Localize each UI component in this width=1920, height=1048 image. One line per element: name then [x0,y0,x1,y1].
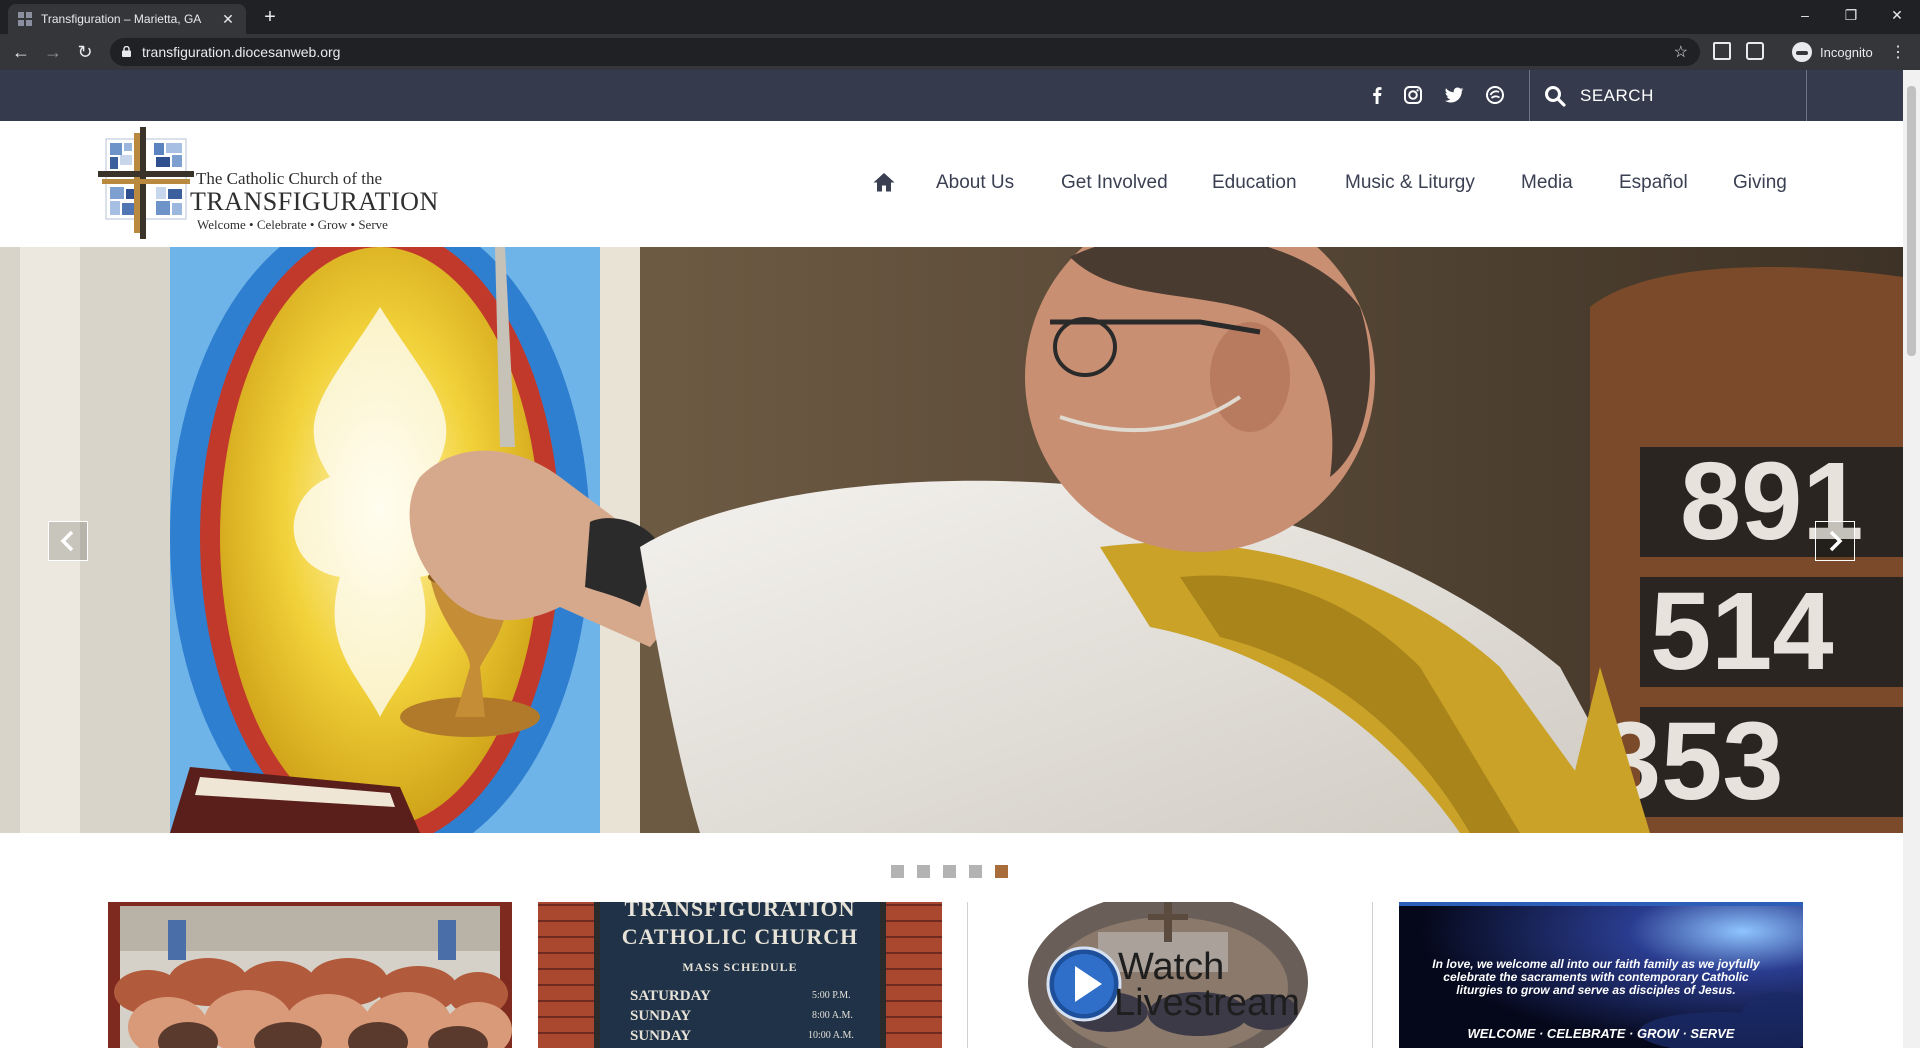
nav-education[interactable]: Education [1212,172,1297,194]
search-icon [1545,85,1566,107]
livestream-label: Livestream [1114,982,1300,1024]
forward-button[interactable]: → [41,40,65,64]
close-window-button[interactable]: ✕ [1874,0,1920,30]
logo-line-2: TRANSFIGURATION [190,187,439,216]
minimize-button[interactable]: – [1782,0,1828,30]
site-favicon-icon [18,12,32,26]
tab-title: Transfiguration – Marietta, GA [41,12,202,26]
bookmark-star-icon[interactable]: ☆ [1674,42,1688,62]
sign-time-1: 5:00 P.M. [812,990,851,1001]
mission-footer: WELCOME · CELEBRATE · GROW · SERVE [1467,1026,1735,1041]
card-livestream[interactable]: Watch Livestream [968,902,1372,1048]
sign-day-3: SUNDAY [630,1028,692,1044]
nav-media[interactable]: Media [1521,172,1573,194]
incognito-profile-button[interactable]: Incognito [1786,39,1883,65]
sign-day-2: SUNDAY [630,1008,692,1024]
flocknote-icon[interactable] [1484,84,1506,106]
chevron-left-icon [60,530,74,552]
nav-espanol[interactable]: Español [1619,172,1688,194]
slider-next-button[interactable] [1815,521,1855,561]
sign-line-1: TRANSFIGURATION [624,902,856,921]
incognito-label: Incognito [1820,44,1873,60]
logo-line-1: The Catholic Church of the [196,169,383,188]
search-box[interactable]: SEARCH [1530,70,1807,121]
sign-time-2: 8:00 A.M. [812,1010,853,1021]
instagram-icon[interactable] [1402,84,1424,106]
card-mission[interactable]: In love, we welcome all into our faith f… [1399,902,1803,1048]
slider-dot[interactable] [969,865,982,878]
browser-toolbar: ← → ↻ transfiguration.diocesanweb.org ☆ … [0,34,1920,70]
browser-tab[interactable]: Transfiguration – Marietta, GA ✕ [8,4,246,34]
card-congregation[interactable] [108,902,512,1048]
page-viewport: SEARCH The Catholic Church of the TRANSF… [0,70,1920,1048]
slider-dot[interactable] [891,865,904,878]
sign-day-1: SATURDAY [630,988,711,1004]
tab-close-icon[interactable]: ✕ [220,11,236,28]
address-bar[interactable]: transfiguration.diocesanweb.org ☆ [110,38,1700,66]
browser-menu-icon[interactable]: ⋮ [1890,42,1906,62]
slider-prev-button[interactable] [48,521,88,561]
nav-giving[interactable]: Giving [1733,172,1787,194]
utility-bar: SEARCH [0,70,1903,121]
page-scrollbar[interactable] [1903,70,1920,1048]
search-placeholder: SEARCH [1580,85,1654,105]
feature-cards: TRANSFIGURATION CATHOLIC CHURCH MASS SCH… [0,902,1903,1048]
reload-button[interactable]: ↻ [73,40,97,64]
nav-about-us[interactable]: About Us [936,172,1014,194]
logo-tagline: Welcome • Celebrate • Grow • Serve [197,217,388,232]
card-mass-schedule[interactable]: TRANSFIGURATION CATHOLIC CHURCH MASS SCH… [538,902,942,1048]
cross-logo-icon [98,127,194,239]
sign-time-3: 10:00 A.M. [808,1030,854,1041]
nav-get-involved[interactable]: Get Involved [1061,172,1168,194]
facebook-icon[interactable] [1366,84,1388,106]
new-tab-button[interactable]: + [258,6,282,30]
play-icon[interactable] [1046,946,1122,1022]
card-divider [1372,902,1373,1048]
sign-line-3: MASS SCHEDULE [682,960,798,974]
slider-dot[interactable] [917,865,930,878]
home-icon[interactable] [872,171,896,193]
slider-dot-active[interactable] [995,865,1008,878]
twitter-icon[interactable] [1443,84,1465,106]
scrollbar-thumb[interactable] [1907,86,1916,356]
utility-divider [1806,70,1807,121]
mission-text: In love, we welcome all into our faith f… [1432,957,1760,997]
reading-list-icon[interactable] [1746,42,1764,60]
lock-icon [122,46,131,57]
chevron-right-icon [1829,530,1843,552]
slider-dots [891,865,1008,878]
incognito-icon [1792,42,1812,62]
slider-dot[interactable] [943,865,956,878]
site-header: The Catholic Church of the TRANSFIGURATI… [0,121,1903,247]
hymn-number-2: 514 [1650,570,1834,693]
sign-line-2: CATHOLIC CHURCH [621,924,859,949]
url-text: transfiguration.diocesanweb.org [142,44,341,60]
restore-button[interactable]: ❐ [1828,0,1874,30]
browser-tab-strip: Transfiguration – Marietta, GA ✕ + – ❐ ✕ [0,0,1920,34]
hero-image: 891 514 353 [0,247,1903,833]
back-button[interactable]: ← [9,40,33,64]
nav-music-liturgy[interactable]: Music & Liturgy [1345,172,1475,194]
screenshot-extension-icon[interactable] [1713,42,1731,60]
congregation-image [108,902,512,1048]
hero-slider: 891 514 353 [0,247,1903,833]
site-logo[interactable]: The Catholic Church of the TRANSFIGURATI… [98,127,438,239]
